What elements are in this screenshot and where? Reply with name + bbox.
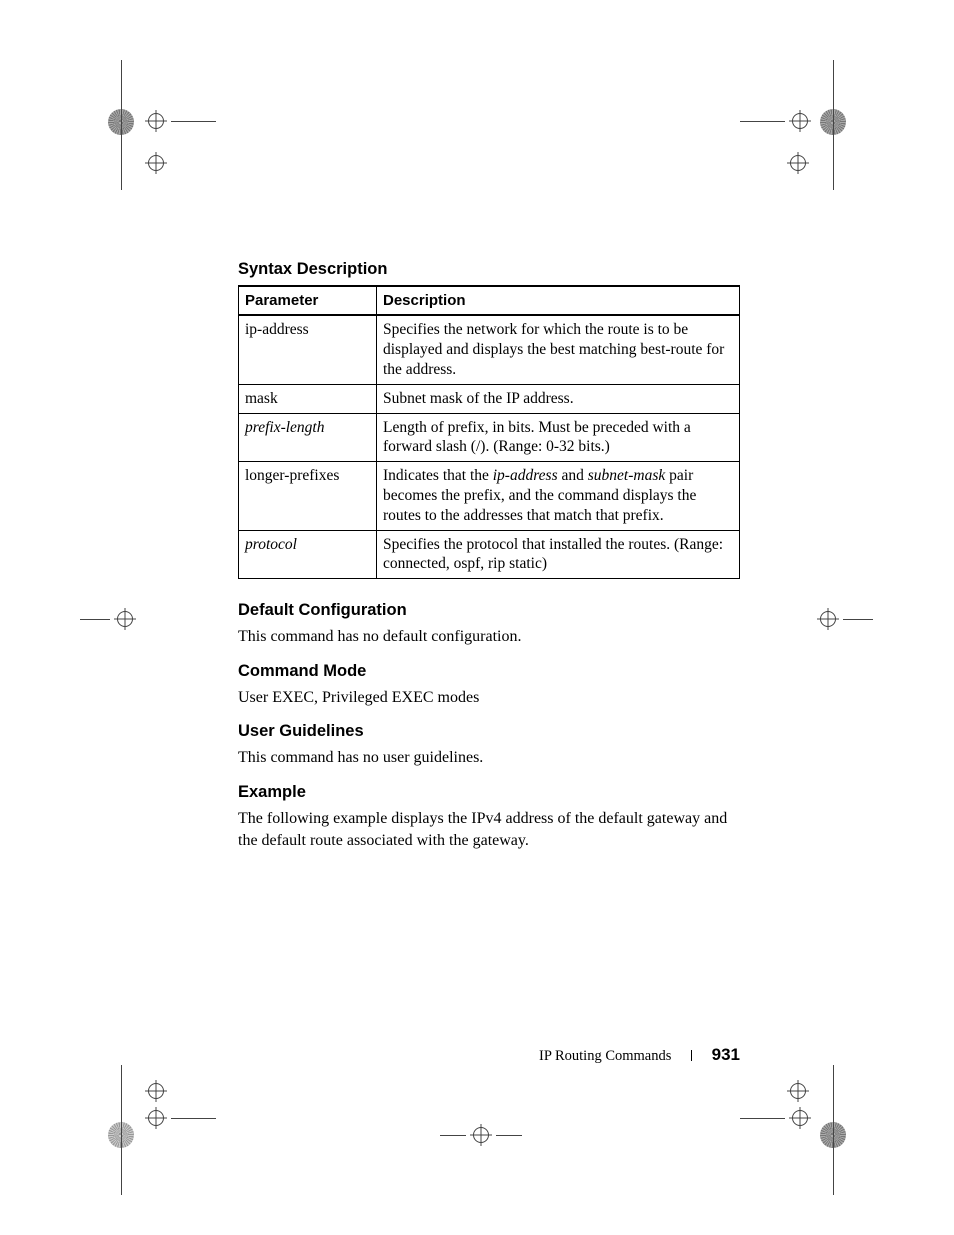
table-row: protocolSpecifies the protocol that inst… [239,530,740,579]
crop-mark [80,608,136,630]
crop-mark [833,60,834,195]
footer-divider [691,1050,692,1061]
crop-mark [145,1107,216,1129]
text-example: The following example displays the IPv4 … [238,808,740,851]
table-header-description: Description [377,286,740,315]
table-cell-parameter: protocol [239,530,377,579]
crop-mark [121,60,122,195]
heading-example: Example [238,783,740,802]
crop-mark [787,152,809,174]
table-cell-parameter: longer-prefixes [239,462,377,530]
text-command-mode: User EXEC, Privileged EXEC modes [238,687,740,709]
table-cell-description: Subnet mask of the IP address. [377,384,740,413]
crop-mark [833,1065,834,1200]
footer-section-title: IP Routing Commands [539,1048,671,1064]
footer-page-number: 931 [712,1045,740,1064]
page-footer: IP Routing Commands 931 [238,1045,740,1065]
table-cell-description: Length of prefix, in bits. Must be prece… [377,413,740,462]
heading-syntax-description: Syntax Description [238,260,740,279]
crop-mark [440,1124,522,1146]
crop-mark [740,110,811,132]
crop-mark [817,608,873,630]
table-row: ip-addressSpecifies the network for whic… [239,315,740,384]
crop-mark [145,1080,167,1102]
crop-mark [787,1080,809,1102]
table-row: longer-prefixesIndicates that the ip-add… [239,462,740,530]
table-row: maskSubnet mask of the IP address. [239,384,740,413]
text-default-configuration: This command has no default configuratio… [238,626,740,648]
text-user-guidelines: This command has no user guidelines. [238,747,740,769]
heading-default-configuration: Default Configuration [238,601,740,620]
syntax-table: Parameter Description ip-addressSpecifie… [238,285,740,579]
table-cell-description: Indicates that the ip-address and subnet… [377,462,740,530]
table-cell-parameter: mask [239,384,377,413]
crop-mark [121,1065,122,1200]
crop-mark [740,1107,811,1129]
table-row: prefix-lengthLength of prefix, in bits. … [239,413,740,462]
crop-mark [145,152,167,174]
page-content: Syntax Description Parameter Description… [238,260,740,865]
table-cell-description: Specifies the network for which the rout… [377,315,740,384]
crop-mark [145,110,216,132]
heading-user-guidelines: User Guidelines [238,722,740,741]
table-cell-description: Specifies the protocol that installed th… [377,530,740,579]
table-cell-parameter: prefix-length [239,413,377,462]
table-header-parameter: Parameter [239,286,377,315]
heading-command-mode: Command Mode [238,662,740,681]
table-cell-parameter: ip-address [239,315,377,384]
